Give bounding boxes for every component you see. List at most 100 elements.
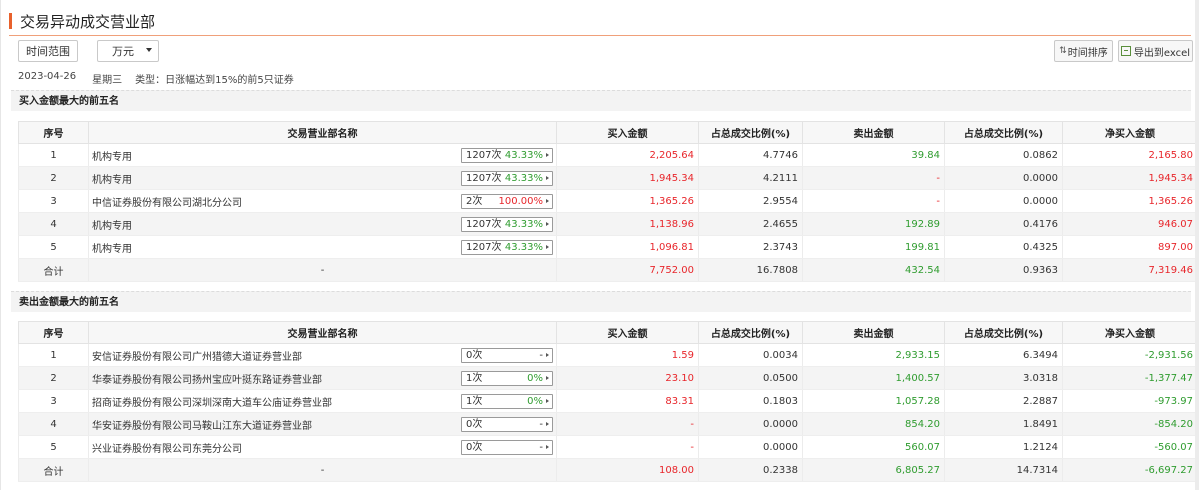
time-range-button[interactable]: 时间范围 <box>18 40 78 62</box>
branch-stats-toggle[interactable]: 1207次 43.33% <box>461 148 553 163</box>
buy-ratio: 0.0034 <box>698 343 803 367</box>
page-title-text: 交易异动成交营业部 <box>20 12 156 31</box>
buy-ratio: 0.1803 <box>698 389 803 413</box>
column-header[interactable]: 净买入金额 <box>1062 121 1198 144</box>
branch-stats-toggle[interactable]: 1次 0% <box>461 371 553 386</box>
time-sort-button[interactable]: ⇅ 时间排序 <box>1054 40 1113 62</box>
total-net-amount: -6,697.27 <box>1062 458 1198 482</box>
total-branch: - <box>88 258 557 282</box>
buy-amount: 23.10 <box>556 366 699 390</box>
buy-amount: 1,365.26 <box>556 189 699 213</box>
branch-cell: 机构专用 1207次 43.33% <box>88 166 557 190</box>
column-header[interactable]: 占总成交比例(%) <box>698 121 803 144</box>
caret-right-icon <box>546 176 549 180</box>
branch-name[interactable]: 机构专用 <box>92 244 132 255</box>
total-net-amount: 7,319.46 <box>1062 258 1198 282</box>
branch-name[interactable]: 安信证券股份有限公司广州猎德大道证券营业部 <box>92 352 302 363</box>
branch-name[interactable]: 招商证券股份有限公司深圳深南大道车公庙证券营业部 <box>92 398 332 409</box>
column-header[interactable]: 交易营业部名称 <box>88 321 557 344</box>
row-number: 5 <box>18 435 89 459</box>
branch-stats-toggle[interactable]: 1207次 43.33% <box>461 171 553 186</box>
caret-right-icon <box>546 399 549 403</box>
branch-name[interactable]: 华泰证券股份有限公司扬州宝应叶挺东路证券营业部 <box>92 375 322 386</box>
net-amount: -854.20 <box>1062 412 1198 436</box>
sell-amount: 1,400.57 <box>802 366 945 390</box>
sell-ratio: 0.0000 <box>944 166 1063 190</box>
column-header[interactable]: 占总成交比例(%) <box>698 321 803 344</box>
column-header[interactable]: 占总成交比例(%) <box>944 321 1063 344</box>
branch-rate: 43.33% <box>504 150 543 161</box>
branch-stats-toggle[interactable]: 1207次 43.33% <box>461 217 553 232</box>
column-header[interactable]: 交易营业部名称 <box>88 121 557 144</box>
sell-top5-table: 序号 交易营业部名称 买入金额 占总成交比例(%) 卖出金额 占总成交比例(%) 净买入金额… <box>18 321 1198 482</box>
buy-amount: 1,096.81 <box>556 235 699 259</box>
row-number: 2 <box>18 366 89 390</box>
caret-right-icon <box>546 222 549 226</box>
table-row[interactable]: 3 中信证券股份有限公司湖北分公司 2次 100.00% 1,365.26 2.… <box>18 189 1198 213</box>
branch-cell: 机构专用 1207次 43.33% <box>88 212 557 236</box>
row-number: 4 <box>18 412 89 436</box>
branch-name[interactable]: 中信证券股份有限公司湖北分公司 <box>92 198 242 209</box>
branch-count: 0次 <box>466 442 483 453</box>
branch-name[interactable]: 机构专用 <box>92 175 132 186</box>
sell-ratio: 2.2887 <box>944 389 1063 413</box>
export-excel-label: 导出到excel <box>1133 47 1191 59</box>
net-amount: 946.07 <box>1062 212 1198 236</box>
table-header-row: 序号 交易营业部名称 买入金额 占总成交比例(%) 卖出金额 占总成交比例(%) 净买入金额 <box>18 121 1198 144</box>
scrollbar[interactable] <box>1195 0 1199 490</box>
branch-stats-toggle[interactable]: 2次 100.00% <box>461 194 553 209</box>
column-header[interactable]: 卖出金额 <box>802 121 945 144</box>
column-header[interactable]: 买入金额 <box>556 121 699 144</box>
table-row[interactable]: 4 华安证券股份有限公司马鞍山江东大道证券营业部 0次 - - 0.0000 8… <box>18 412 1198 436</box>
total-buy-ratio: 16.7808 <box>698 258 803 282</box>
buy-ratio: 2.3743 <box>698 235 803 259</box>
branch-count: 1次 <box>466 396 483 407</box>
export-excel-button[interactable]: 导出到excel <box>1118 40 1193 62</box>
table-row[interactable]: 1 机构专用 1207次 43.33% 2,205.64 4.7746 39.8… <box>18 143 1198 167</box>
column-header[interactable]: 买入金额 <box>556 321 699 344</box>
unit-select[interactable]: 万元 <box>97 40 159 62</box>
branch-stats-toggle[interactable]: 0次 - <box>461 417 553 432</box>
table-row[interactable]: 5 兴业证券股份有限公司东莞分公司 0次 - - 0.0000 560.07 1… <box>18 435 1198 459</box>
branch-rate: 0% <box>527 373 543 384</box>
branch-name[interactable]: 机构专用 <box>92 221 132 232</box>
branch-stats-toggle[interactable]: 1207次 43.33% <box>461 240 553 255</box>
branch-stats-toggle[interactable]: 0次 - <box>461 348 553 363</box>
table-row[interactable]: 5 机构专用 1207次 43.33% 1,096.81 2.3743 199.… <box>18 235 1198 259</box>
branch-rate: 43.33% <box>504 219 543 230</box>
column-header[interactable]: 净买入金额 <box>1062 321 1198 344</box>
net-amount: -2,931.56 <box>1062 343 1198 367</box>
column-header[interactable]: 占总成交比例(%) <box>944 121 1063 144</box>
table-row[interactable]: 4 机构专用 1207次 43.33% 1,138.96 2.4655 192.… <box>18 212 1198 236</box>
branch-name[interactable]: 兴业证券股份有限公司东莞分公司 <box>92 444 242 455</box>
branch-cell: 机构专用 1207次 43.33% <box>88 143 557 167</box>
buy-ratio: 4.7746 <box>698 143 803 167</box>
column-header[interactable]: 序号 <box>18 121 89 144</box>
buy-amount: - <box>556 435 699 459</box>
sell-ratio: 0.4176 <box>944 212 1063 236</box>
branch-rate: - <box>539 442 543 453</box>
buy-amount: 1,138.96 <box>556 212 699 236</box>
table-row[interactable]: 2 机构专用 1207次 43.33% 1,945.34 4.2111 - 0.… <box>18 166 1198 190</box>
sell-amount: 39.84 <box>802 143 945 167</box>
column-header[interactable]: 卖出金额 <box>802 321 945 344</box>
buy-ratio: 0.0000 <box>698 435 803 459</box>
branch-name[interactable]: 华安证券股份有限公司马鞍山江东大道证券营业部 <box>92 421 312 432</box>
buy-top5-table: 序号 交易营业部名称 买入金额 占总成交比例(%) 卖出金额 占总成交比例(%) 净买入金额… <box>18 121 1198 282</box>
total-label: 合计 <box>18 458 89 482</box>
branch-stats-toggle[interactable]: 1次 0% <box>461 394 553 409</box>
table-row[interactable]: 2 华泰证券股份有限公司扬州宝应叶挺东路证券营业部 1次 0% 23.10 0.… <box>18 366 1198 390</box>
page-title: 交易异动成交营业部 <box>9 9 155 33</box>
total-row: 合计 - 7,752.00 16.7808 432.54 0.9363 7,31… <box>18 258 1198 282</box>
branch-name[interactable]: 机构专用 <box>92 152 132 163</box>
sort-icon: ⇅ <box>1059 46 1067 56</box>
column-header[interactable]: 序号 <box>18 321 89 344</box>
branch-stats-toggle[interactable]: 0次 - <box>461 440 553 455</box>
branch-count: 1207次 <box>466 150 502 161</box>
table-row[interactable]: 1 安信证券股份有限公司广州猎德大道证券营业部 0次 - 1.59 0.0034… <box>18 343 1198 367</box>
table-row[interactable]: 3 招商证券股份有限公司深圳深南大道车公庙证券营业部 1次 0% 83.31 0… <box>18 389 1198 413</box>
branch-cell: 机构专用 1207次 43.33% <box>88 235 557 259</box>
branch-rate: 0% <box>527 396 543 407</box>
title-accent-bar <box>9 13 12 29</box>
trade-type: 类型：日涨幅达到15%的前5只证券 <box>135 75 294 86</box>
